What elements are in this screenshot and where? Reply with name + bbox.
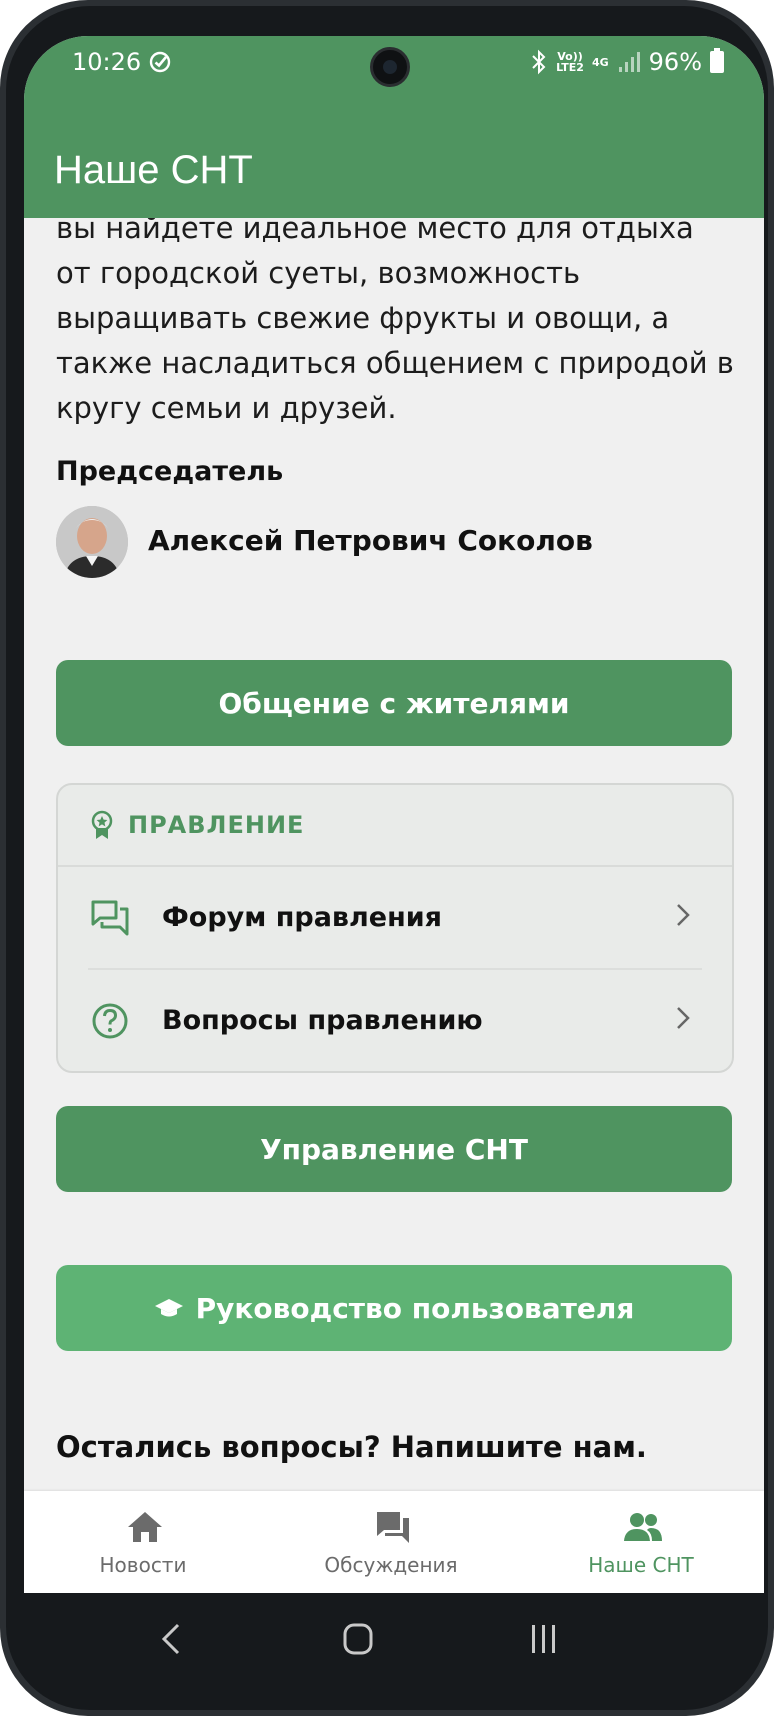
volte-indicator: Vo)) LTE2 — [556, 50, 584, 74]
board-header: ПРАВЛЕНИЕ — [58, 785, 732, 867]
system-nav-bar — [24, 1593, 764, 1683]
back-icon[interactable] — [152, 1621, 192, 1657]
recents-icon[interactable] — [524, 1621, 564, 1657]
board-forum-item[interactable]: Форум правления — [58, 867, 732, 968]
phone-bezel: 10:26 Vo)) LTE2 4G 96% Наше СНТ вы найде… — [6, 6, 768, 1710]
nav-discussions-label: Обсуждения — [324, 1553, 458, 1577]
nav-our-snt[interactable]: Наше СНТ — [518, 1491, 764, 1593]
check-circle-icon — [149, 51, 171, 73]
signal-icon — [618, 52, 640, 72]
board-forum-label: Форум правления — [162, 902, 443, 933]
bottom-nav: Новости Обсуждения Наше СНТ — [24, 1491, 764, 1593]
page-title: Наше СНТ — [54, 148, 253, 192]
chat-icon — [377, 1512, 409, 1543]
home-icon — [128, 1512, 162, 1542]
board-card: ПРАВЛЕНИЕ Форум правления Вопросы правле… — [56, 783, 734, 1073]
residents-chat-button[interactable]: Общение с жителями — [56, 660, 732, 746]
battery-icon — [710, 48, 724, 73]
contact-heading: Остались вопросы? Напишите нам. — [56, 1430, 647, 1464]
status-bar: 10:26 Vo)) LTE2 4G 96% — [24, 36, 764, 96]
nav-news-label: Новости — [99, 1553, 187, 1577]
scroll-content[interactable]: вы найдете идеальное место для отдыха от… — [24, 218, 764, 1521]
battery-percent: 96% — [648, 48, 702, 76]
bluetooth-icon — [532, 49, 546, 75]
chevron-right-icon — [677, 1007, 690, 1029]
manage-snt-label: Управление СНТ — [260, 1132, 528, 1166]
nav-news[interactable]: Новости — [24, 1491, 266, 1593]
board-questions-label: Вопросы правлению — [162, 1005, 483, 1036]
app-bar: Наше СНТ — [24, 96, 764, 218]
status-icons: Vo)) LTE2 4G 96% — [530, 48, 724, 76]
graduation-cap-icon — [154, 1299, 183, 1317]
status-time: 10:26 — [72, 48, 142, 76]
user-guide-button[interactable]: Руководство пользователя — [56, 1265, 732, 1351]
user-guide-label: Руководство пользователя — [195, 1291, 635, 1325]
front-camera — [370, 47, 410, 87]
home-button-icon[interactable] — [338, 1621, 378, 1657]
nav-our-snt-label: Наше СНТ — [588, 1553, 694, 1577]
forum-icon — [91, 900, 129, 935]
nav-discussions[interactable]: Обсуждения — [268, 1491, 514, 1593]
intro-text: вы найдете идеальное место для отдыха от… — [56, 218, 734, 425]
chairman-heading: Председатель — [56, 456, 284, 487]
question-circle-icon — [92, 1003, 128, 1038]
board-title: ПРАВЛЕНИЕ — [128, 811, 305, 839]
avatar — [56, 506, 128, 578]
board-questions-item[interactable]: Вопросы правлению — [88, 968, 702, 1071]
award-icon — [91, 810, 113, 839]
people-icon — [624, 1513, 662, 1541]
chevron-right-icon — [677, 904, 690, 926]
screen: 10:26 Vo)) LTE2 4G 96% Наше СНТ вы найде… — [24, 36, 764, 1593]
phone-frame: 10:26 Vo)) LTE2 4G 96% Наше СНТ вы найде… — [0, 0, 774, 1716]
residents-chat-label: Общение с жителями — [218, 686, 570, 720]
network-type: 4G — [591, 55, 609, 69]
manage-snt-button[interactable]: Управление СНТ — [56, 1106, 732, 1192]
chairman-name[interactable]: Алексей Петрович Соколов — [148, 524, 593, 557]
